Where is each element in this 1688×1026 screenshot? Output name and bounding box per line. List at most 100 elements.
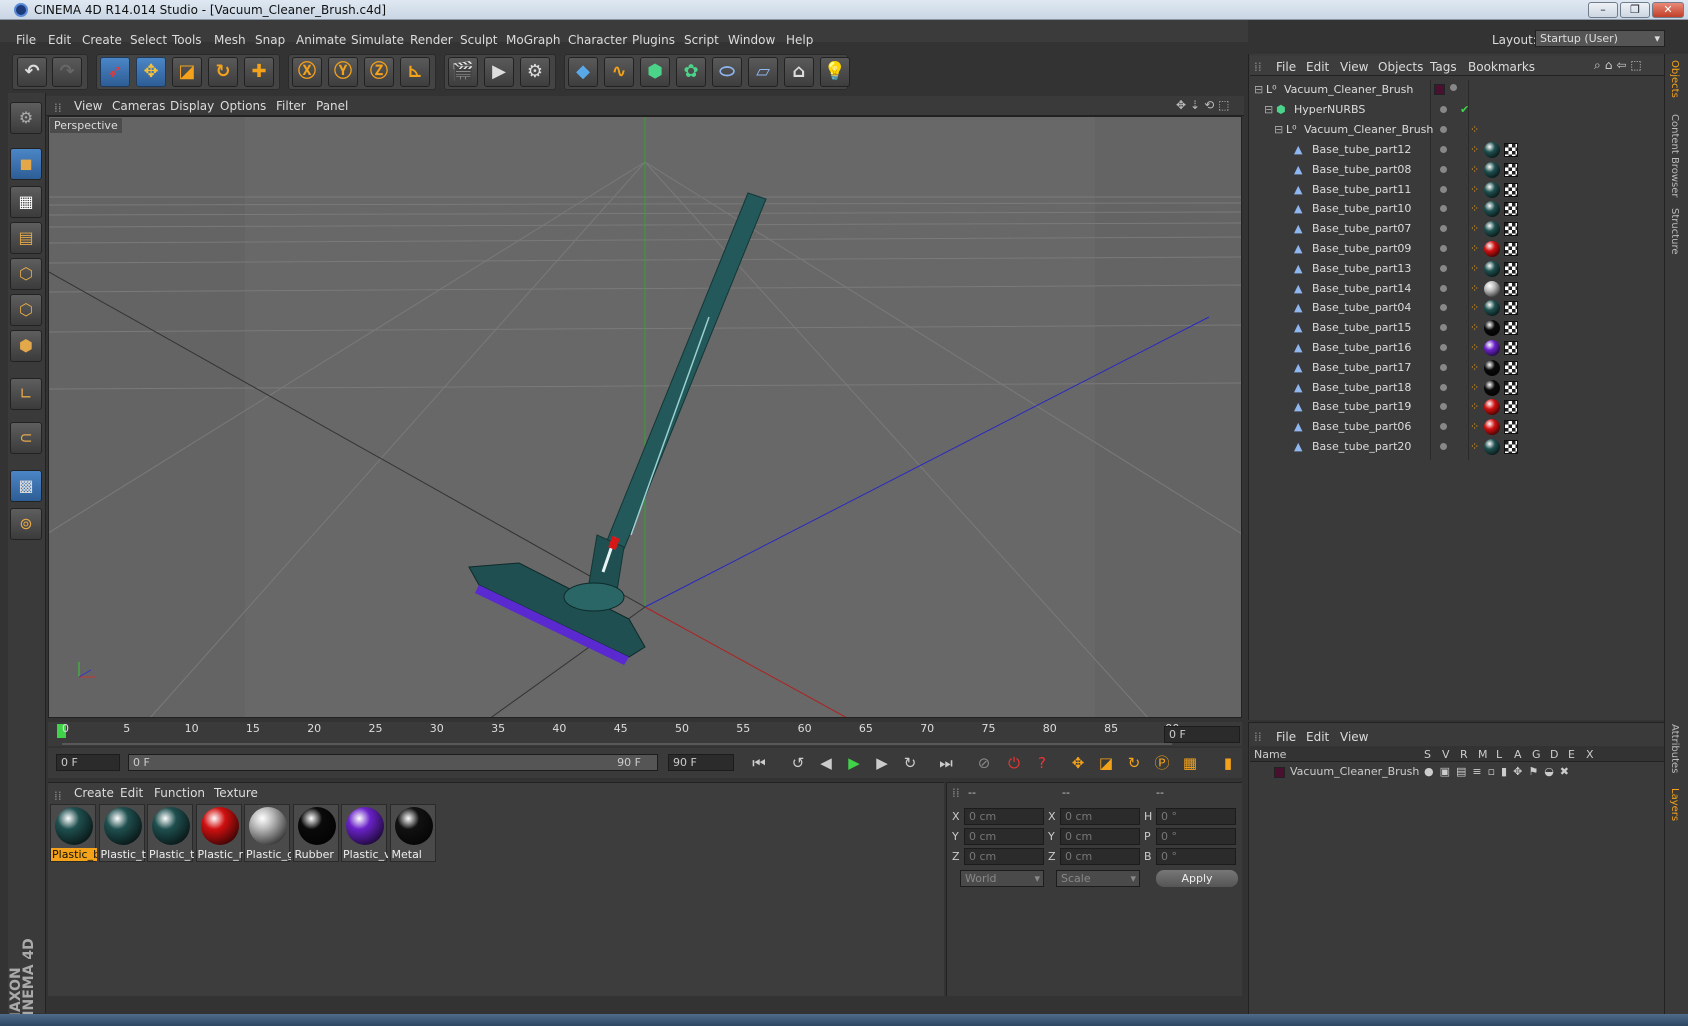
phong-tag-icon[interactable]: ⁘: [1470, 163, 1479, 176]
menu-sculpt[interactable]: Sculpt: [460, 33, 497, 47]
start-frame-field[interactable]: 0 F: [56, 754, 120, 771]
frame-range-slider[interactable]: 0 F 90 F: [128, 754, 658, 771]
menu-snap[interactable]: Snap: [255, 33, 285, 47]
material-menu-edit[interactable]: Edit: [120, 786, 143, 800]
collapse-icon[interactable]: ⊟: [1274, 123, 1283, 136]
material-swatch[interactable]: Rubber: [292, 804, 339, 862]
phong-tag-icon[interactable]: ⁘: [1470, 202, 1479, 215]
objects-menu-file[interactable]: File: [1276, 60, 1296, 74]
material-tag-icon[interactable]: [1484, 439, 1500, 455]
editor-visibility-dot[interactable]: [1440, 304, 1447, 312]
object-row[interactable]: ▲ Base_tube_part12 ⁘: [1250, 140, 1664, 160]
object-row[interactable]: ▲ Base_tube_part07 ⁘: [1250, 219, 1664, 239]
viewport-nav-icons[interactable]: ✥⇣⟲⬚: [1176, 98, 1234, 112]
object-row[interactable]: ▲ Base_tube_part20 ⁘: [1250, 437, 1664, 457]
phong-tag-icon[interactable]: ⁘: [1470, 242, 1479, 255]
coordinate-mode-select[interactable]: World ▾: [960, 870, 1044, 887]
object-row[interactable]: ▲ Base_tube_part13 ⁘: [1250, 259, 1664, 279]
deformer-icon[interactable]: ⬭: [712, 57, 742, 87]
phong-tag-icon[interactable]: ⁘: [1470, 381, 1479, 394]
axis-mode-icon[interactable]: ∟: [10, 378, 42, 410]
editor-visibility-dot[interactable]: [1440, 106, 1447, 113]
phong-tag-icon[interactable]: ⁘: [1470, 361, 1479, 374]
timeline-ruler[interactable]: [48, 722, 1242, 746]
layer-col-l[interactable]: L: [1496, 748, 1502, 761]
enabled-check-icon[interactable]: ✔: [1460, 103, 1469, 116]
editor-visibility-dot[interactable]: [1440, 344, 1447, 351]
menu-tools[interactable]: Tools: [172, 33, 202, 47]
phong-tag-icon[interactable]: ⁘: [1470, 321, 1479, 334]
texture-tag-icon[interactable]: [1504, 420, 1518, 435]
editor-visibility-dot[interactable]: [1440, 363, 1447, 371]
material-tag-icon[interactable]: [1484, 161, 1500, 178]
floor-icon[interactable]: ▱: [748, 57, 778, 87]
texture-tag-icon[interactable]: [1504, 341, 1518, 355]
coordinate-system-icon[interactable]: ⊾: [400, 57, 430, 87]
texture-tag-icon[interactable]: [1504, 301, 1518, 316]
material-tag-icon[interactable]: [1484, 379, 1500, 396]
current-frame-field[interactable]: 0 F: [1164, 726, 1240, 743]
editor-visibility-dot[interactable]: [1440, 284, 1447, 292]
coord-value-field[interactable]: 0 °: [1156, 848, 1236, 865]
keyframe-selection-icon[interactable]: ?: [1030, 752, 1054, 774]
material-swatch[interactable]: Plastic_g: [244, 804, 291, 862]
layer-col-g[interactable]: G: [1532, 748, 1541, 761]
minimize-button[interactable]: –: [1588, 2, 1618, 18]
texture-tag-icon[interactable]: [1504, 400, 1518, 415]
layer-col-x[interactable]: X: [1586, 748, 1594, 761]
menu-mograph[interactable]: MoGraph: [506, 33, 561, 47]
object-manager-nav-icons[interactable]: ⌕⌂⇦⬚: [1594, 58, 1646, 73]
scale-tool-icon[interactable]: ◪: [172, 57, 202, 87]
spline-icon[interactable]: ∿: [604, 57, 634, 87]
make-editable-icon[interactable]: ⚙: [10, 102, 42, 134]
phong-tag-icon[interactable]: ⁘: [1470, 301, 1479, 314]
material-swatch[interactable]: Plastic_b: [50, 804, 97, 862]
coord-value-field[interactable]: 0 °: [1156, 828, 1236, 845]
menu-script[interactable]: Script: [684, 33, 719, 47]
redo-icon[interactable]: ↷: [52, 57, 82, 87]
collapse-icon[interactable]: ⊟: [1254, 83, 1263, 96]
recent-tools-icon[interactable]: ✚: [244, 57, 274, 87]
menu-mesh[interactable]: Mesh: [214, 33, 246, 47]
phong-tag-icon[interactable]: ⁘: [1470, 440, 1479, 453]
layer-toggle-icons[interactable]: ●▣▤≡▫▮✥⚑◒✖: [1424, 765, 1575, 778]
edges-mode-icon[interactable]: ⬡: [10, 294, 42, 326]
viewport-menu-view[interactable]: View: [74, 99, 102, 113]
material-swatch[interactable]: Plastic_r: [195, 804, 243, 862]
layer-color-swatch[interactable]: [1274, 767, 1285, 778]
viewport-menu-panel[interactable]: Panel: [316, 99, 348, 113]
render-picture-viewer-icon[interactable]: ▶: [484, 57, 514, 87]
editor-visibility-dot[interactable]: [1440, 185, 1447, 193]
layer-col-r[interactable]: R: [1460, 748, 1468, 761]
material-menu-texture[interactable]: Texture: [214, 786, 258, 800]
texture-tag-icon[interactable]: [1504, 222, 1518, 237]
objects-menu-view[interactable]: View: [1340, 60, 1368, 74]
editor-visibility-dot[interactable]: [1450, 84, 1457, 91]
object-row[interactable]: ▲ Base_tube_part08 ⁘: [1250, 160, 1664, 180]
texture-tag-icon[interactable]: [1504, 321, 1518, 336]
texture-tag-icon[interactable]: [1504, 143, 1518, 157]
texture-tag-icon[interactable]: [1504, 202, 1518, 217]
object-row[interactable]: ▲ Base_tube_part06 ⁘: [1250, 417, 1664, 437]
viewport-menu-options[interactable]: Options: [220, 99, 266, 113]
material-tag-icon[interactable]: [1484, 221, 1500, 238]
object-row[interactable]: ▲ Base_tube_part15 ⁘: [1250, 318, 1664, 338]
key-scale-icon[interactable]: ◪: [1094, 752, 1118, 774]
editor-visibility-dot[interactable]: [1440, 146, 1447, 153]
texture-tag-icon[interactable]: [1504, 380, 1518, 395]
menu-render[interactable]: Render: [410, 33, 453, 47]
object-row[interactable]: ▲ Base_tube_part16 ⁘: [1250, 338, 1664, 358]
menu-file[interactable]: File: [16, 33, 36, 47]
layer-col-v[interactable]: V: [1442, 748, 1450, 761]
live-selection-icon[interactable]: ➶: [100, 57, 130, 87]
material-swatch[interactable]: Plastic_t: [147, 804, 194, 862]
previous-key-icon[interactable]: ↺: [786, 752, 810, 774]
workplane-lock-icon[interactable]: ▩: [10, 470, 42, 502]
layer-col-e[interactable]: E: [1568, 748, 1575, 761]
coord-value-field[interactable]: 0 cm: [964, 828, 1044, 845]
layer-col-m[interactable]: M: [1478, 748, 1488, 761]
object-row-hypernurbs[interactable]: ⊟ ⬢ HyperNURBS ✔: [1250, 100, 1664, 120]
move-tool-icon[interactable]: ✥: [136, 57, 166, 87]
editor-visibility-dot[interactable]: [1440, 423, 1447, 431]
phong-tag-icon[interactable]: ⁘: [1470, 183, 1479, 196]
